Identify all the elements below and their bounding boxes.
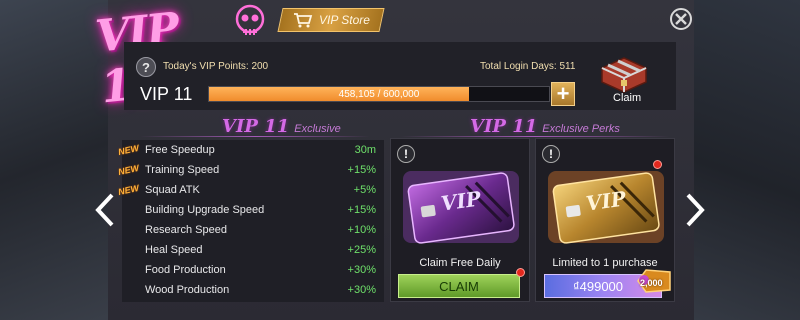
perk-row: Building Upgrade Speed +15% xyxy=(122,200,384,220)
exclusive-title: VIP 11 Exclusive xyxy=(222,116,341,137)
perk-value: +15% xyxy=(347,164,376,176)
perks-title-sub: Exclusive Perks xyxy=(542,123,620,135)
exclusive-underline xyxy=(140,136,370,137)
perk-value: +30% xyxy=(347,284,376,296)
perk-row: Food Production +30% xyxy=(122,260,384,280)
arrow-right-icon[interactable] xyxy=(684,192,706,228)
info-icon[interactable]: ! xyxy=(542,145,560,163)
perk-value: +10% xyxy=(347,224,376,236)
exclusive-title-vip: VIP 11 xyxy=(222,116,290,137)
exclusive-title-sub: Exclusive xyxy=(294,123,341,135)
vip-progress-text: 458,105 / 600,000 xyxy=(338,88,420,100)
claim-chest-label[interactable]: Claim xyxy=(613,92,641,104)
vip-store-button[interactable]: VIP Store xyxy=(277,8,385,32)
chest-icon[interactable] xyxy=(594,50,654,94)
close-icon[interactable] xyxy=(668,6,694,32)
bonus-value: 2,000 xyxy=(640,278,663,288)
info-icon[interactable]: ! xyxy=(397,145,415,163)
perk-row: Research Speed +10% xyxy=(122,220,384,240)
perk-name: Food Production xyxy=(145,264,226,276)
claim-free-button[interactable]: CLAIM xyxy=(398,274,520,298)
perk-name: Heal Speed xyxy=(145,244,203,256)
perk-list: NEW Free Speedup 30m NEW Training Speed … xyxy=(117,140,384,302)
arrow-left-icon[interactable] xyxy=(94,192,116,228)
vip-store-label: VIP Store xyxy=(318,13,370,27)
perk-name: Training Speed xyxy=(145,164,220,176)
cart-icon xyxy=(293,13,312,28)
perk-name: Building Upgrade Speed xyxy=(145,204,265,216)
notification-dot xyxy=(653,160,662,169)
vip-level: VIP 11 xyxy=(140,84,193,104)
perks-title: VIP 11 Exclusive Perks xyxy=(470,116,620,137)
perk-value: +5% xyxy=(353,184,376,196)
perk-value: +25% xyxy=(347,244,376,256)
perk-name: Free Speedup xyxy=(145,144,215,156)
perk-name: Squad ATK xyxy=(145,184,200,196)
perk-row: NEW Squad ATK +5% xyxy=(117,180,384,200)
help-icon[interactable]: ? xyxy=(136,57,156,77)
total-login-days: Total Login Days: 511 xyxy=(480,61,576,72)
free-card-caption: Claim Free Daily xyxy=(419,257,501,269)
vip-progress-bar: 458,105 / 600,000 xyxy=(208,86,550,102)
perk-name: Wood Production xyxy=(145,284,230,296)
today-vip-points: Today's VIP Points: 200 xyxy=(163,61,269,72)
perk-value: 30m xyxy=(354,144,376,156)
perk-name: Research Speed xyxy=(145,224,227,236)
background-right xyxy=(690,0,800,320)
perk-value: +30% xyxy=(347,264,376,276)
perk-row: Heal Speed +25% xyxy=(122,240,384,260)
perk-row: NEW Free Speedup 30m xyxy=(117,140,384,160)
perks-title-vip: VIP 11 xyxy=(470,116,538,137)
perk-row: NEW Training Speed +15% xyxy=(117,160,384,180)
perk-row: Wood Production +30% xyxy=(122,280,384,300)
notification-dot xyxy=(516,268,525,277)
perk-value: +15% xyxy=(347,204,376,216)
perks-underline xyxy=(400,136,670,137)
skull-icon xyxy=(235,4,265,35)
plus-icon[interactable]: + xyxy=(551,82,575,106)
